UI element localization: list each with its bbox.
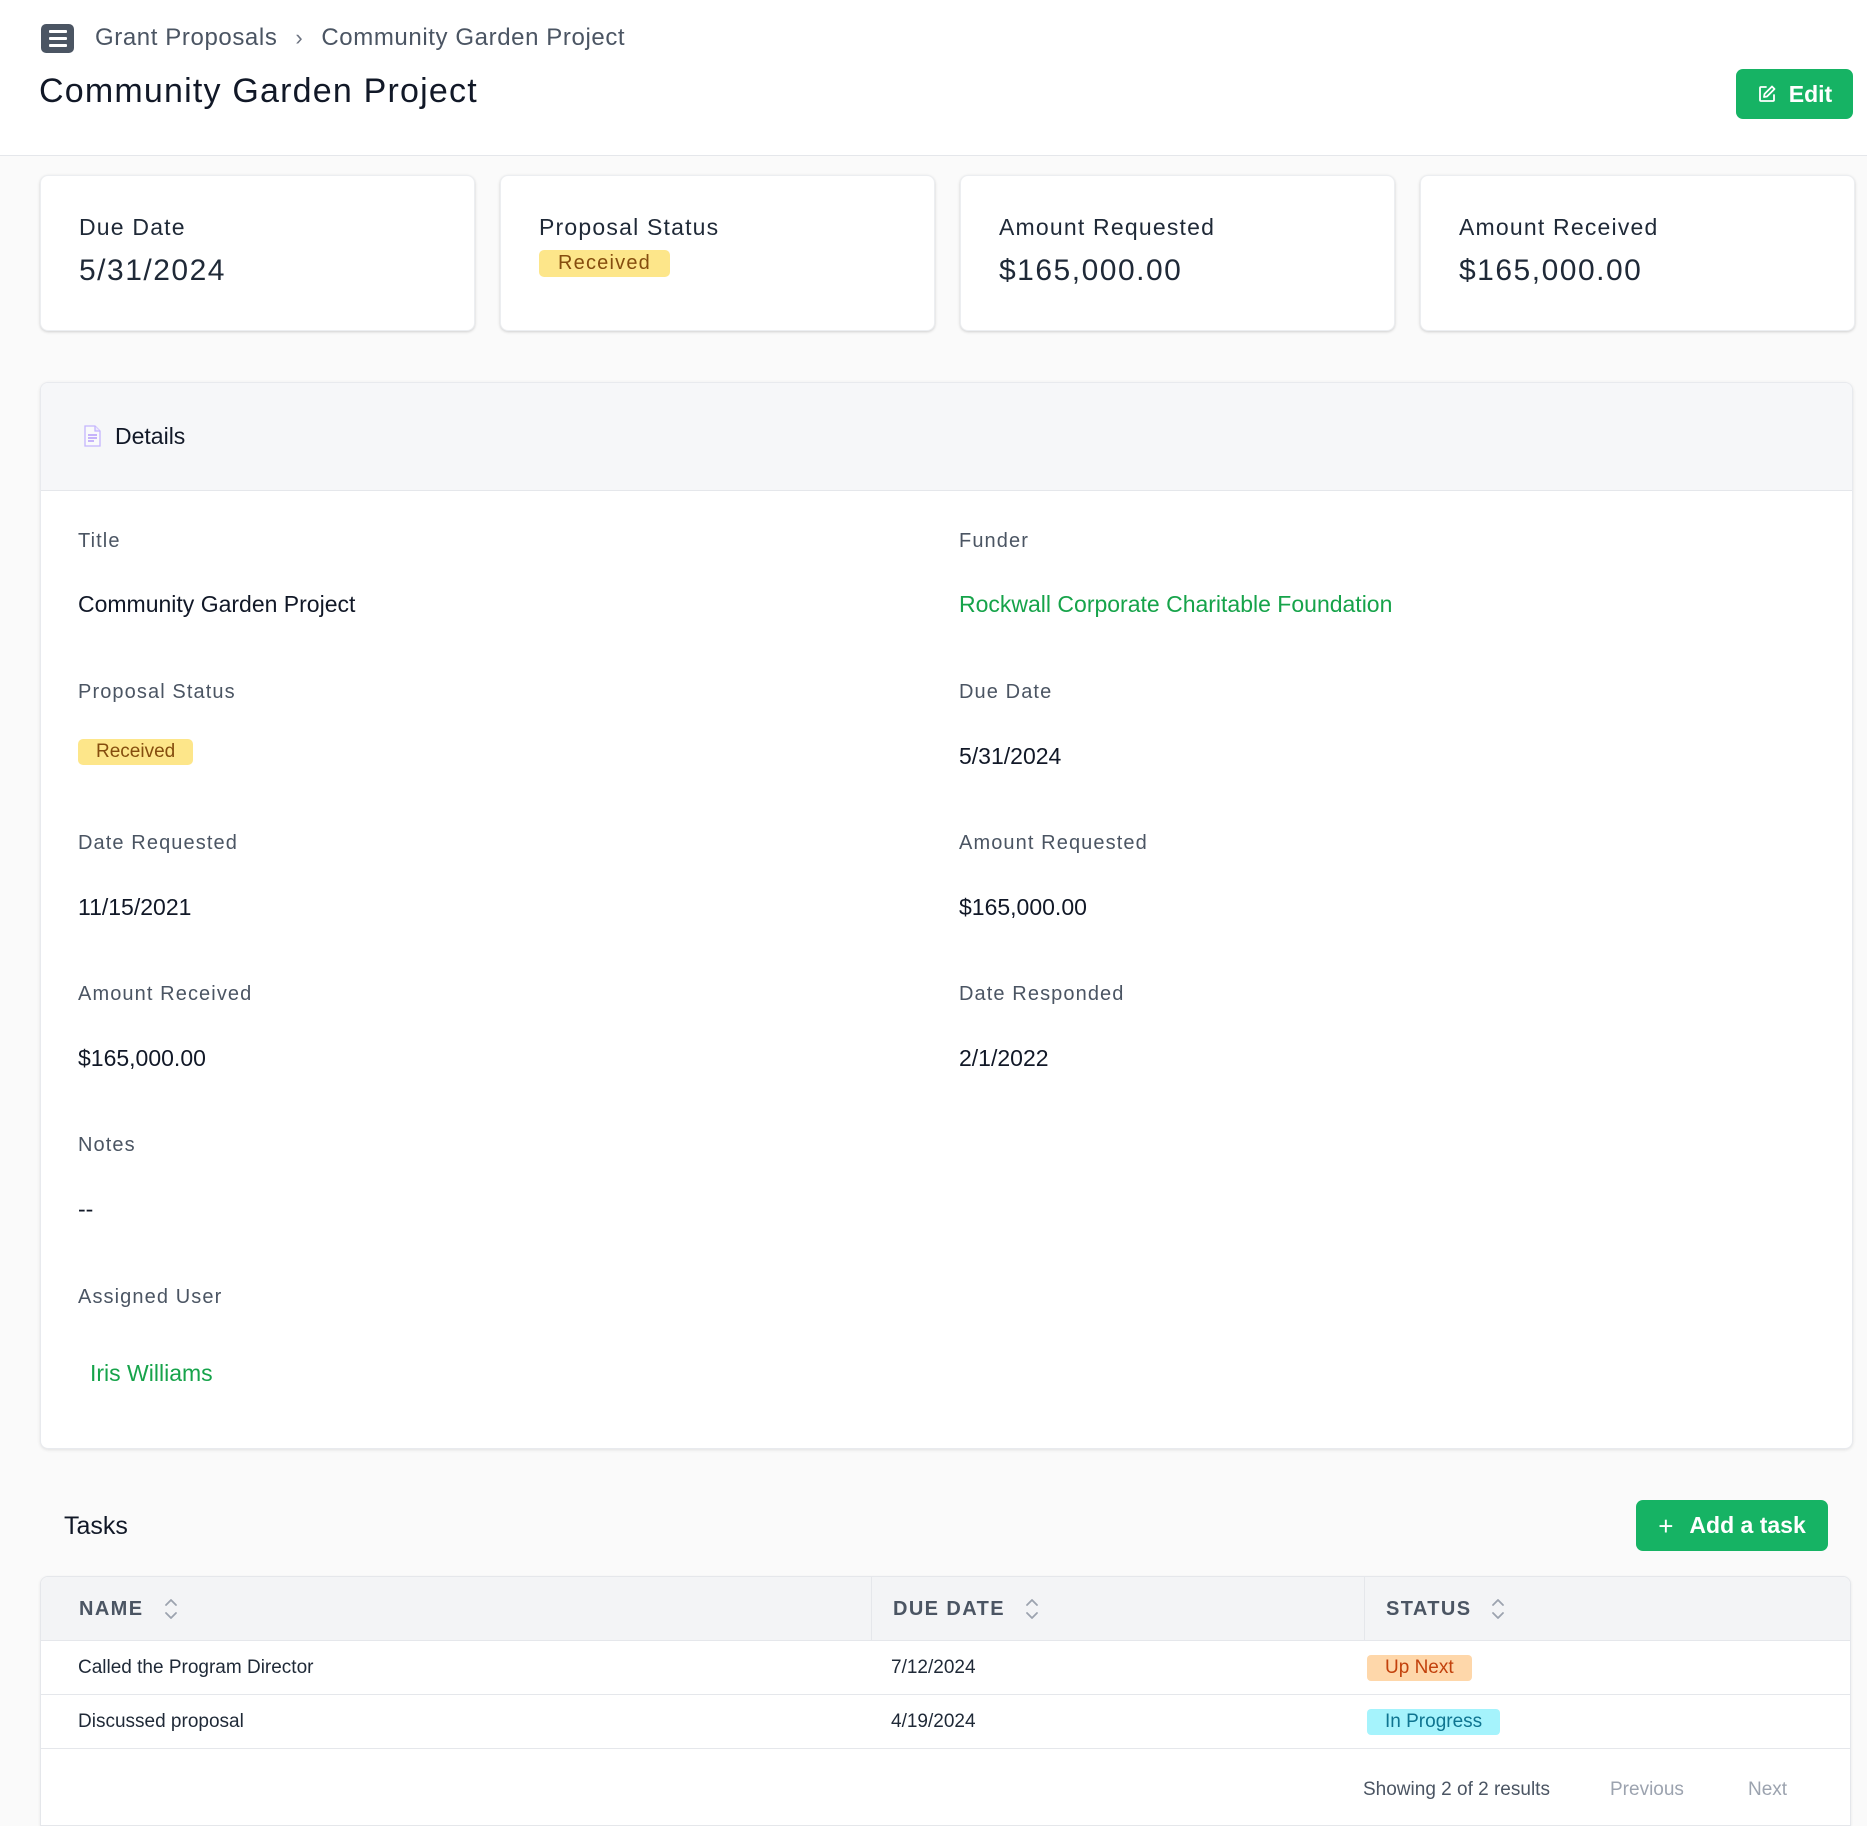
funder-label: Funder — [959, 530, 1029, 552]
tasks-title: Tasks — [64, 1512, 128, 1540]
status-badge: Received — [539, 250, 670, 277]
stat-label: Amount Requested — [999, 214, 1216, 240]
sort-icon — [1492, 1599, 1505, 1619]
next-button[interactable]: Next — [1748, 1775, 1787, 1805]
task-name: Discussed proposal — [78, 1711, 244, 1732]
page-header: Grant Proposals › Community Garden Proje… — [0, 0, 1867, 156]
stat-value: 5/31/2024 — [79, 254, 226, 287]
proposal-status-label: Proposal Status — [78, 681, 236, 703]
task-name: Called the Program Director — [78, 1657, 314, 1678]
stat-value: $165,000.00 — [999, 254, 1183, 287]
stat-label: Proposal Status — [539, 214, 720, 240]
table-row[interactable]: Called the Program Director 7/12/2024 Up… — [41, 1641, 1850, 1695]
assigned-user-label: Assigned User — [78, 1286, 223, 1308]
task-due-date: 7/12/2024 — [891, 1657, 976, 1678]
date-requested-value: 11/15/2021 — [78, 894, 192, 920]
funder-link[interactable]: Rockwall Corporate Charitable Foundation — [959, 591, 1392, 618]
previous-button[interactable]: Previous — [1610, 1775, 1684, 1805]
stat-card-proposal-status: Proposal Status Received — [500, 175, 935, 331]
add-task-button[interactable]: + Add a task — [1636, 1500, 1828, 1551]
task-due-date: 4/19/2024 — [891, 1711, 976, 1732]
date-requested-label: Date Requested — [78, 832, 238, 854]
sort-icon — [1026, 1599, 1038, 1619]
chevron-right-icon: › — [295, 25, 304, 50]
document-icon — [84, 425, 101, 447]
amount-received-label: Amount Received — [78, 983, 253, 1005]
column-header-due-date[interactable]: DUE DATE — [893, 1577, 1039, 1641]
edit-button[interactable]: Edit — [1736, 69, 1853, 119]
title-value: Community Garden Project — [78, 591, 356, 617]
details-title: Details — [115, 423, 186, 449]
page-title: Community Garden Project — [39, 72, 478, 110]
pagination-info: Showing 2 of 2 results — [1363, 1779, 1550, 1800]
table-header: NAME DUE DATE STATUS — [41, 1577, 1850, 1641]
column-header-status[interactable]: STATUS — [1386, 1577, 1505, 1641]
status-badge: Up Next — [1367, 1655, 1472, 1681]
assigned-user-link[interactable]: Iris Williams — [90, 1360, 213, 1387]
details-header: Details — [41, 383, 1852, 491]
title-label: Title — [78, 530, 121, 552]
task-status: In Progress — [1367, 1695, 1501, 1749]
tasks-table: NAME DUE DATE STATUS Called the Program … — [40, 1576, 1851, 1826]
column-label: NAME — [79, 1597, 144, 1620]
notes-value: -- — [78, 1196, 94, 1222]
edit-icon — [1758, 85, 1776, 102]
stat-value: $165,000.00 — [1459, 254, 1643, 287]
amount-received-value: $165,000.00 — [78, 1045, 206, 1071]
menu-icon[interactable] — [41, 24, 74, 53]
sort-icon — [164, 1599, 177, 1619]
details-card: Details Title Community Garden Project F… — [40, 382, 1853, 1449]
notes-label: Notes — [78, 1134, 136, 1156]
breadcrumb-current: Community Garden Project — [321, 24, 626, 51]
stat-card-amount-requested: Amount Requested $165,000.00 — [960, 175, 1395, 331]
stat-card-due-date: Due Date 5/31/2024 — [40, 175, 475, 331]
proposal-status-badge: Received — [78, 739, 194, 765]
stat-label: Amount Received — [1459, 214, 1659, 240]
breadcrumb-grant-proposals[interactable]: Grant Proposals — [95, 24, 277, 52]
plus-icon: + — [1658, 1510, 1674, 1541]
table-row[interactable]: Discussed proposal 4/19/2024 In Progress — [41, 1695, 1850, 1749]
due-date-value: 5/31/2024 — [959, 743, 1062, 769]
add-task-label: Add a task — [1689, 1512, 1806, 1538]
amount-requested-label: Amount Requested — [959, 832, 1148, 854]
column-divider — [871, 1577, 872, 1641]
status-badge: In Progress — [1367, 1709, 1501, 1735]
due-date-label: Due Date — [959, 681, 1053, 703]
date-responded-label: Date Responded — [959, 983, 1125, 1005]
stat-card-amount-received: Amount Received $165,000.00 — [1420, 175, 1855, 331]
task-status: Up Next — [1367, 1641, 1472, 1695]
column-divider — [1364, 1577, 1365, 1641]
breadcrumb: Grant Proposals › Community Garden Proje… — [95, 22, 625, 54]
amount-requested-value: $165,000.00 — [959, 894, 1087, 920]
date-responded-value: 2/1/2022 — [959, 1045, 1049, 1071]
column-label: DUE DATE — [893, 1597, 1005, 1620]
column-label: STATUS — [1386, 1597, 1472, 1620]
stat-label: Due Date — [79, 214, 186, 240]
column-header-name[interactable]: NAME — [79, 1577, 178, 1641]
edit-button-label: Edit — [1788, 80, 1833, 107]
